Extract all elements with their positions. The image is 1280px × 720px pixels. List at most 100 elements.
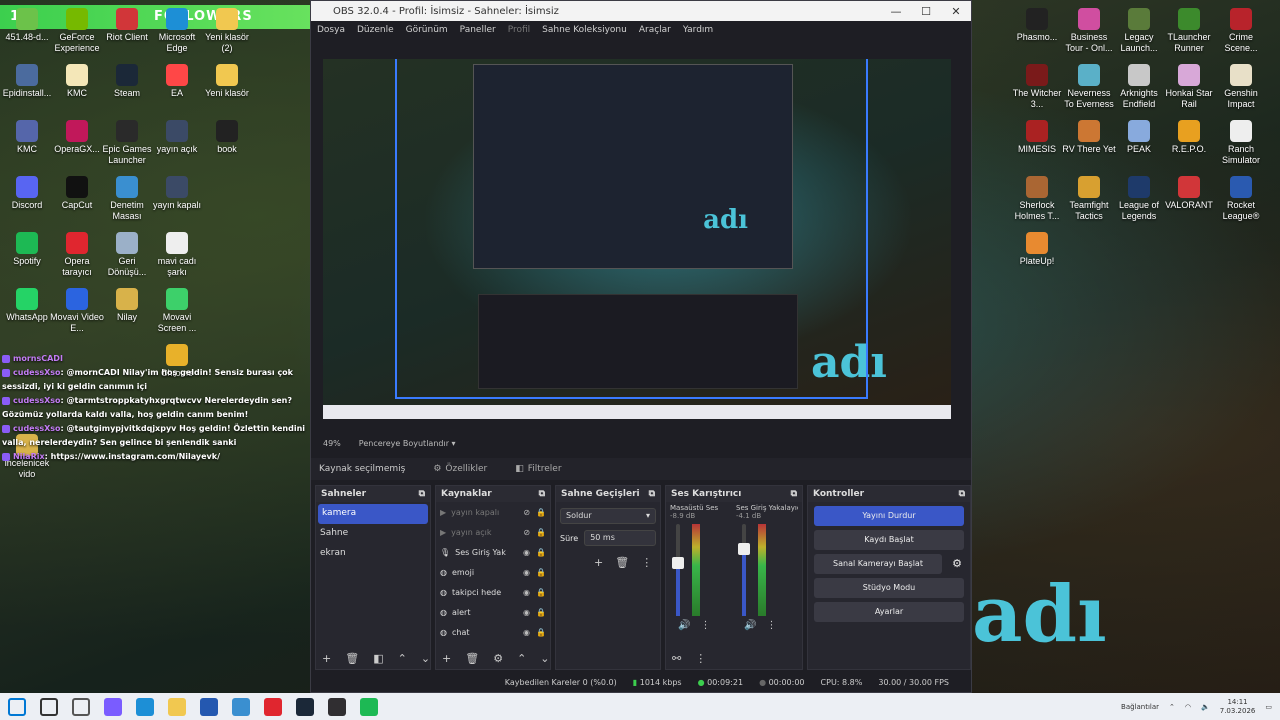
desktop-shortcut[interactable]: Microsoft Edge [150,8,204,54]
obs-titlebar[interactable]: OBS 32.0.4 - Profil: İsimsiz - Sahneler:… [311,1,971,21]
desktop-shortcut[interactable]: Epic Games Launcher [100,120,154,166]
volume-slider-handle[interactable] [738,542,750,555]
lock-icon[interactable]: 🔒 [536,608,546,617]
desktop-shortcut[interactable]: Arknights Endfield [1112,64,1166,110]
wifi-icon[interactable]: ◠ [1185,703,1191,711]
preview-selection-box[interactable] [395,59,868,399]
desktop-shortcut[interactable]: Teamfight Tactics [1062,176,1116,222]
settings-button[interactable]: Ayarlar [814,602,964,622]
clock[interactable]: 14:11 7.03.2026 [1220,698,1256,716]
store-icon[interactable] [200,697,218,716]
desktop-shortcut[interactable]: MIMESIS [1010,120,1064,155]
desktop-shortcut[interactable]: Honkai Star Rail [1162,64,1216,110]
desktop-shortcut[interactable]: Geri Dönüşü... [100,232,154,278]
explorer-icon[interactable] [168,697,186,716]
menu-item[interactable]: Dosya [317,25,345,35]
lock-icon[interactable]: 🔒 [536,508,546,517]
desktop-shortcut[interactable]: Legacy Launch... [1112,8,1166,54]
add-icon[interactable]: + [442,652,451,665]
desktop-shortcut[interactable]: Opera tarayıcı [50,232,104,278]
notifications-icon[interactable]: ▭ [1265,703,1272,711]
studio-mode-button[interactable]: Stüdyo Modu [814,578,964,598]
resize-to-window[interactable]: Pencereye Boyutlandır ▾ [359,439,456,448]
more-icon[interactable]: ⋮ [695,652,706,665]
move-down-icon[interactable]: ⌄ [421,652,430,665]
dock-undock-icon[interactable]: ⧉ [649,489,655,499]
desktop-shortcut[interactable]: yayın açık [150,120,204,155]
source-item[interactable]: ◍ alert ◉ 🔒 [436,602,550,622]
dock-undock-icon[interactable]: ⧉ [791,489,797,499]
volume-icon[interactable]: 🔈 [1201,703,1210,711]
menu-item[interactable]: Profil [508,25,530,35]
more-icon[interactable]: ⋮ [641,556,652,569]
desktop-shortcut[interactable]: R.E.P.O. [1162,120,1216,155]
desktop-shortcut[interactable]: League of Legends [1112,176,1166,222]
move-up-icon[interactable]: ⌃ [398,652,407,665]
desktop-shortcut[interactable]: yayın kapalı [150,176,204,211]
desktop-shortcut[interactable]: The Witcher 3... [1010,64,1064,110]
filters-button[interactable]: ◧ Filtreler [515,464,561,474]
source-item[interactable]: ◍ chat ◉ 🔒 [436,622,550,642]
scene-item[interactable]: Sahne [316,524,430,544]
desktop-shortcut[interactable]: book [200,120,254,155]
start-recording-button[interactable]: Kaydı Başlat [814,530,964,550]
desktop-shortcut[interactable]: Yeni klasör (2) [200,8,254,54]
more-icon[interactable]: ⋮ [700,620,710,631]
hidden-icon[interactable]: ⊘ [523,528,530,537]
volume-slider[interactable] [742,524,746,616]
desktop-shortcut[interactable]: Spotify [0,232,54,267]
scene-item[interactable]: kamera [318,504,428,524]
desktop-shortcut[interactable]: Discord [0,176,54,211]
menu-item[interactable]: Paneller [460,25,496,35]
remove-icon[interactable]: 🗑 [615,556,629,569]
remove-icon[interactable]: 🗑 [345,652,359,665]
lock-icon[interactable]: 🔒 [536,528,546,537]
desktop-shortcut[interactable]: TLauncher Runner [1162,8,1216,54]
desktop-shortcut[interactable]: EA [150,64,204,99]
desktop-shortcut[interactable]: VALORANT [1162,176,1216,211]
volume-slider[interactable] [676,524,680,616]
chevron-up-icon[interactable]: ⌃ [1169,703,1175,711]
desktop-shortcut[interactable]: Sherlock Holmes T... [1010,176,1064,222]
desktop-shortcut[interactable]: Epidinstall... [0,64,54,99]
desktop-shortcut[interactable]: 451.48-d... [0,8,54,43]
gear-icon[interactable]: ⚙ [952,557,962,570]
desktop-shortcut[interactable]: OperaGX... [50,120,104,155]
desktop-shortcut[interactable]: CapCut [50,176,104,211]
properties-button[interactable]: ⚙ Özellikler [433,464,487,474]
stop-streaming-button[interactable]: Yayını Durdur [814,506,964,526]
desktop-shortcut[interactable]: Yeni klasör [200,64,254,99]
move-up-icon[interactable]: ⌃ [517,652,526,665]
movavi-icon[interactable] [232,697,250,716]
steam-icon[interactable] [296,697,314,716]
link-icon[interactable]: ⚯ [672,652,681,665]
eye-icon[interactable]: ◉ [523,608,530,617]
add-icon[interactable]: + [322,652,331,665]
start-virtual-camera-button[interactable]: Sanal Kamerayı Başlat ⚙ [814,554,962,574]
duration-input[interactable]: 50 ms [584,530,656,546]
tray-label[interactable]: Bağlantılar [1121,703,1159,711]
desktop-shortcut[interactable]: Movavi Video E... [50,288,104,334]
menu-item[interactable]: Yardım [683,25,713,35]
hidden-icon[interactable]: ⊘ [523,508,530,517]
desktop-shortcut[interactable]: GeForce Experience [50,8,104,54]
lock-icon[interactable]: 🔒 [536,548,546,557]
zoom-level[interactable]: 49% [323,439,341,448]
source-item[interactable]: ◍ takipci hede ◉ 🔒 [436,582,550,602]
copilot-icon[interactable] [104,697,122,716]
desktop-shortcut[interactable]: Denetim Masası [100,176,154,222]
menu-item[interactable]: Görünüm [406,25,448,35]
task-view-icon[interactable] [72,697,90,716]
desktop-shortcut[interactable]: KMC [0,120,54,155]
windows-start-icon[interactable] [8,697,26,716]
dock-undock-icon[interactable]: ⧉ [959,489,965,499]
gear-icon[interactable]: ⚙ [493,652,503,665]
obs-preview[interactable]: adı adı [323,59,951,419]
eye-icon[interactable]: ◉ [523,568,530,577]
move-down-icon[interactable]: ⌄ [540,652,549,665]
desktop-shortcut[interactable]: Ranch Simulator [1214,120,1268,166]
dock-undock-icon[interactable]: ⧉ [539,489,545,499]
edge-icon[interactable] [136,697,154,716]
lock-icon[interactable]: 🔒 [536,568,546,577]
source-item[interactable]: ▶ yayın kapalı ⊘ 🔒 [436,502,550,522]
